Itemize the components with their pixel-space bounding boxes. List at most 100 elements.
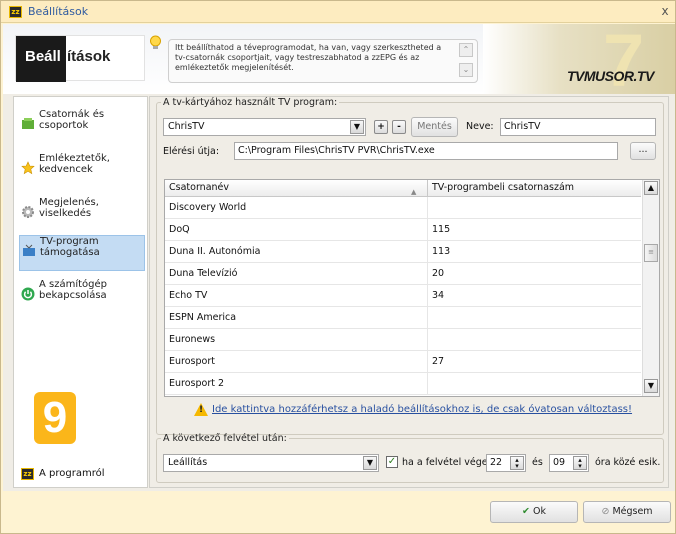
close-button[interactable]: x	[657, 3, 673, 19]
sidebar-item-channels[interactable]: Csatornák és csoportok	[19, 109, 145, 145]
path-input[interactable]: C:\Program Files\ChrisTV PVR\ChrisTV.exe	[234, 142, 618, 160]
brand-logo: TVMUSOR.TV	[567, 68, 654, 84]
name-input[interactable]: ChrisTV	[500, 118, 656, 136]
sidebar-item-label: Emlékeztetők, kedvencek	[39, 153, 110, 175]
tv-card-icon	[23, 244, 35, 256]
chevron-down-icon[interactable]: ▼	[363, 456, 377, 470]
checkmark-icon: ✔	[522, 506, 530, 517]
add-program-button[interactable]: +	[374, 120, 388, 134]
channel-name-cell: Discovery World	[165, 197, 428, 218]
page-title-light: ítások	[67, 48, 111, 65]
end-time-label: ha a felvétel vége	[402, 457, 488, 468]
brand-banner: 7 TVMUSOR.TV	[483, 19, 675, 102]
table-scrollbar[interactable]: ▲ ≡ ▼	[642, 180, 659, 396]
and-label: és	[532, 457, 543, 468]
scrollbar-thumb[interactable]: ≡	[644, 244, 658, 262]
tv-program-legend: A tv-kártyához használt TV program:	[163, 97, 338, 108]
time-suffix-label: óra közé esik.	[595, 457, 661, 468]
column-header-name[interactable]: Csatornanév ▲	[165, 180, 428, 196]
page-title-dark: Beáll	[25, 48, 61, 65]
app-logo-icon: zz	[21, 468, 34, 480]
scroll-up-icon[interactable]: ⌃	[459, 43, 473, 57]
browse-button[interactable]: ...	[630, 142, 656, 160]
power-icon	[21, 287, 35, 301]
hour-stepper[interactable]: 22 ▴ ▾	[486, 454, 526, 472]
lightbulb-icon	[150, 35, 161, 49]
settings-window: zz Beállítások x Beáll ítások Itt beállí…	[0, 0, 676, 534]
channel-name-cell: Eurosport 2	[165, 373, 428, 394]
after-action-select[interactable]: Leállítás ▼	[163, 454, 379, 472]
sidebar-item-appearance[interactable]: Megjelenés, viselkedés	[19, 197, 145, 233]
channel-number-cell[interactable]: 20	[428, 263, 641, 284]
channel-name-cell: DoQ	[165, 219, 428, 240]
chevron-down-icon[interactable]: ▼	[350, 120, 364, 134]
scroll-up-icon[interactable]: ▲	[644, 181, 658, 195]
tv-program-select[interactable]: ChrisTV ▼	[163, 118, 366, 136]
channel-name-cell: Duna II. Autonómia	[165, 241, 428, 262]
table-row[interactable]: Duna II. Autonómia 113	[165, 241, 641, 263]
save-button[interactable]: Mentés	[411, 117, 458, 137]
header-banner: Beáll ítások Itt beállíthatod a téveprog…	[3, 19, 675, 102]
info-scrollbar[interactable]: ⌃ ⌄	[459, 43, 473, 79]
table-row[interactable]: Eurosport 2	[165, 373, 641, 395]
tv-channels-icon	[22, 118, 34, 129]
app-logo-icon: zz	[9, 6, 22, 18]
sidebar-item-reminders[interactable]: Emlékeztetők, kedvencek	[19, 153, 145, 189]
channel-number-cell[interactable]	[428, 329, 641, 350]
footer-bar: ✔ Ok ⊘ Mégsem	[3, 491, 675, 533]
channel-number-cell[interactable]	[428, 373, 641, 394]
channel-name-cell: Euronews	[165, 329, 428, 350]
channel-name-cell: Echo TV	[165, 285, 428, 306]
title-bar: zz Beállítások x	[1, 1, 675, 23]
channel-number-cell[interactable]: 115	[428, 219, 641, 240]
main-panel: A tv-kártyához használt TV program: Chri…	[149, 96, 669, 488]
table-header: Csatornanév ▲ TV-programbeli csatornaszá…	[165, 180, 641, 197]
sidebar: Csatornák és csoportok Emlékeztetők, ked…	[13, 96, 148, 488]
version-badge: 9	[34, 392, 76, 444]
after-recording-legend: A következő felvétel után:	[163, 433, 287, 444]
advanced-settings-text[interactable]: Ide kattintva hozzáférhetsz a haladó beá…	[212, 404, 632, 415]
channel-number-cell[interactable]	[428, 307, 641, 328]
scroll-down-icon[interactable]: ▼	[644, 379, 658, 393]
end-time-checkbox[interactable]: ✓	[386, 456, 398, 468]
star-icon	[21, 161, 35, 175]
table-row[interactable]: Euronews	[165, 329, 641, 351]
channel-name-cell: ESPN America	[165, 307, 428, 328]
sidebar-item-tv-program[interactable]: TV-program támogatása	[19, 235, 145, 271]
info-text: Itt beállíthatod a téveprogramodat, ha v…	[175, 43, 442, 72]
channel-number-cell[interactable]: 113	[428, 241, 641, 262]
cancel-icon: ⊘	[601, 506, 610, 517]
channel-number-cell[interactable]	[428, 197, 641, 218]
stepper-icon[interactable]: ▴ ▾	[510, 456, 524, 470]
content-area: Csatornák és csoportok Emlékeztetők, ked…	[3, 94, 675, 491]
sidebar-item-label: Csatornák és csoportok	[39, 109, 105, 131]
sidebar-item-label: TV-program támogatása	[40, 236, 100, 258]
table-row[interactable]: Echo TV 34	[165, 285, 641, 307]
after-recording-group: A következő felvétel után: Leállítás ▼ ✓…	[156, 433, 664, 483]
column-header-number[interactable]: TV-programbeli csatornaszám	[428, 180, 641, 196]
channel-table: Csatornanév ▲ TV-programbeli csatornaszá…	[164, 179, 660, 397]
minute-stepper[interactable]: 09 ▴ ▾	[549, 454, 589, 472]
table-row[interactable]: Duna Televízió 20	[165, 263, 641, 285]
about-link[interactable]: zz A programról	[19, 465, 139, 483]
table-row[interactable]: Discovery World	[165, 197, 641, 219]
cancel-button[interactable]: ⊘ Mégsem	[583, 501, 671, 523]
table-body: Discovery World DoQ 115 Duna II. Autonómia 1…	[165, 197, 641, 396]
stepper-icon[interactable]: ▴ ▾	[573, 456, 587, 470]
gear-icon	[22, 206, 34, 218]
info-text-box: Itt beállíthatod a téveprogramodat, ha v…	[168, 39, 478, 83]
sidebar-item-label: Megjelenés, viselkedés	[39, 197, 99, 219]
table-row[interactable]: ESPN America	[165, 307, 641, 329]
sidebar-item-power[interactable]: A számítógép bekapcsolása	[19, 279, 145, 315]
channel-name-cell: Eurosport	[165, 351, 428, 372]
table-row[interactable]: Eurosport 27	[165, 351, 641, 373]
remove-program-button[interactable]: -	[392, 120, 406, 134]
scroll-down-icon[interactable]: ⌄	[459, 63, 473, 77]
path-label: Elérési útja:	[163, 146, 220, 157]
page-title: Beáll ítások	[15, 35, 145, 82]
channel-number-cell[interactable]: 34	[428, 285, 641, 306]
ok-button[interactable]: ✔ Ok	[490, 501, 578, 523]
name-label: Neve:	[466, 121, 494, 132]
channel-number-cell[interactable]: 27	[428, 351, 641, 372]
table-row[interactable]: DoQ 115	[165, 219, 641, 241]
